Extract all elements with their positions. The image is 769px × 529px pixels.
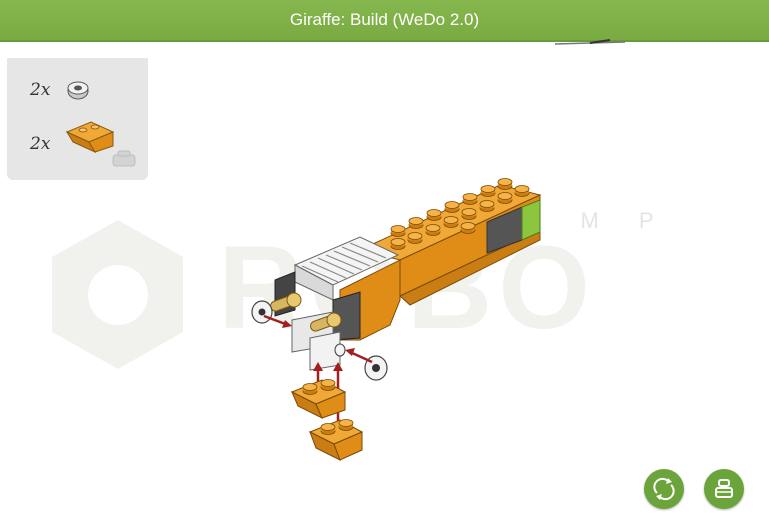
parts-bin-button[interactable]	[704, 469, 744, 509]
loose-slope-brick-2	[308, 419, 364, 462]
rotate-view-button[interactable]	[644, 469, 684, 509]
build-model-illustration	[251, 178, 542, 462]
rotate-icon	[653, 477, 675, 501]
parts-bin-icon	[715, 479, 733, 498]
